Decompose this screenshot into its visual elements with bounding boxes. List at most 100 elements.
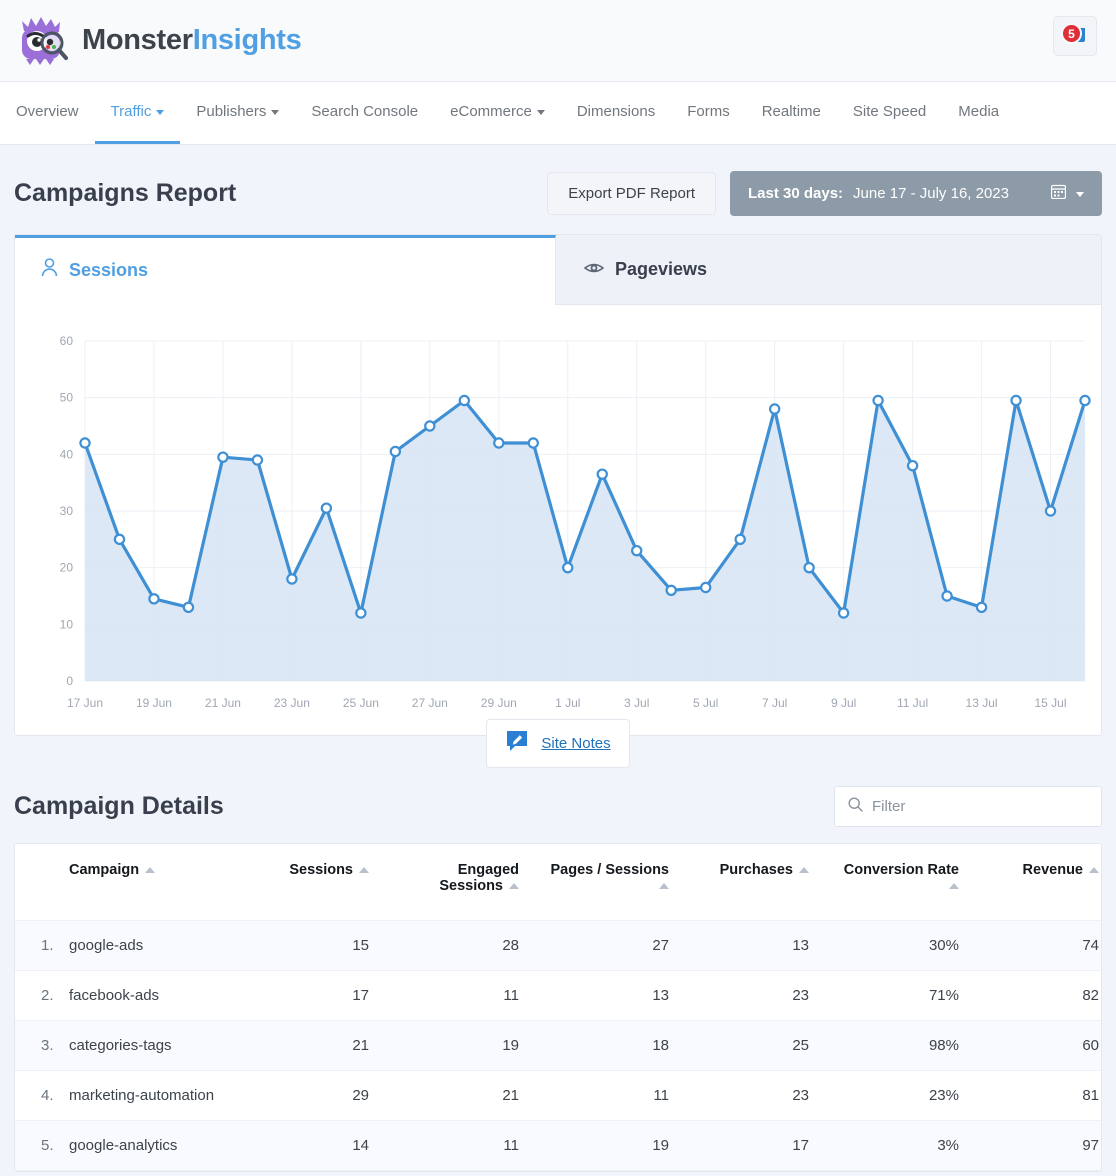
nav-label: Overview bbox=[16, 103, 79, 120]
table-header-purchases[interactable]: Purchases bbox=[695, 844, 835, 921]
table-header-revenue[interactable]: Revenue bbox=[985, 844, 1102, 921]
filter-input[interactable] bbox=[872, 798, 1088, 815]
sort-arrow-icon[interactable] bbox=[799, 867, 809, 873]
svg-text:1 Jul: 1 Jul bbox=[555, 696, 580, 710]
top-bar: MonsterInsights 5 bbox=[0, 0, 1116, 82]
row-sessions: 15 bbox=[259, 921, 395, 971]
table-header-row: Campaign Sessions Engaged Sessions Pages… bbox=[15, 844, 1102, 921]
sort-arrow-icon[interactable] bbox=[659, 883, 669, 889]
table-body: 1.google-ads1528271330%742.facebook-ads1… bbox=[15, 921, 1102, 1171]
sort-arrow-icon[interactable] bbox=[145, 867, 155, 873]
nav-item-realtime[interactable]: Realtime bbox=[746, 82, 837, 144]
export-pdf-button[interactable]: Export PDF Report bbox=[547, 172, 716, 215]
page-header: Campaigns Report Export PDF Report Last … bbox=[0, 145, 1116, 234]
svg-text:23 Jun: 23 Jun bbox=[274, 696, 310, 710]
campaign-details-title: Campaign Details bbox=[14, 792, 834, 821]
svg-text:25 Jun: 25 Jun bbox=[343, 696, 379, 710]
svg-text:3 Jul: 3 Jul bbox=[624, 696, 649, 710]
eye-icon bbox=[584, 259, 604, 280]
svg-text:27 Jun: 27 Jun bbox=[412, 696, 448, 710]
nav-item-search-console[interactable]: Search Console bbox=[295, 82, 434, 144]
tab-sessions[interactable]: Sessions bbox=[15, 235, 556, 305]
svg-text:21 Jun: 21 Jun bbox=[205, 696, 241, 710]
svg-text:20: 20 bbox=[60, 561, 74, 575]
sessions-area-chart: 010203040506017 Jun19 Jun21 Jun23 Jun25 … bbox=[15, 305, 1101, 735]
inbox-button[interactable]: 5 bbox=[1053, 16, 1097, 56]
nav-label: Realtime bbox=[762, 103, 821, 120]
chevron-down-icon bbox=[156, 110, 164, 115]
sort-arrow-icon[interactable] bbox=[1089, 867, 1099, 873]
svg-text:17 Jun: 17 Jun bbox=[67, 696, 103, 710]
brand-name-insights: Insights bbox=[193, 24, 302, 56]
row-conversion-rate: 71% bbox=[835, 971, 985, 1021]
row-pages-per-session: 18 bbox=[545, 1021, 695, 1071]
row-conversion-rate: 30% bbox=[835, 921, 985, 971]
svg-text:13 Jul: 13 Jul bbox=[966, 696, 998, 710]
svg-text:40: 40 bbox=[60, 447, 74, 461]
nav-label: Media bbox=[958, 103, 999, 120]
calendar-icon bbox=[1051, 184, 1066, 203]
row-revenue: 60 bbox=[985, 1021, 1102, 1071]
row-sessions: 21 bbox=[259, 1021, 395, 1071]
chevron-down-icon bbox=[271, 110, 279, 115]
row-index: 1. bbox=[15, 921, 69, 971]
chevron-down-icon bbox=[537, 110, 545, 115]
row-purchases: 17 bbox=[695, 1121, 835, 1171]
nav-item-overview[interactable]: Overview bbox=[14, 82, 95, 144]
main-navigation: Overview Traffic Publishers Search Conso… bbox=[0, 82, 1116, 145]
nav-label: Site Speed bbox=[853, 103, 926, 120]
row-conversion-rate: 23% bbox=[835, 1071, 985, 1121]
search-icon bbox=[848, 797, 863, 817]
tab-pageviews[interactable]: Pageviews bbox=[556, 235, 1101, 305]
table-row[interactable]: 2.facebook-ads1711132371%82 bbox=[15, 971, 1102, 1021]
sort-arrow-icon[interactable] bbox=[359, 867, 369, 873]
page-title: Campaigns Report bbox=[14, 179, 533, 208]
svg-text:50: 50 bbox=[60, 391, 74, 405]
chart-card: Sessions Pageviews 010203040506017 Jun19… bbox=[14, 234, 1102, 736]
table-row[interactable]: 5.google-analytics141119173%97 bbox=[15, 1121, 1102, 1171]
row-engaged-sessions: 21 bbox=[395, 1071, 545, 1121]
nav-label: Forms bbox=[687, 103, 730, 120]
date-range-button[interactable]: Last 30 days: June 17 - July 16, 2023 bbox=[730, 171, 1102, 216]
table-row[interactable]: 3.categories-tags2119182598%60 bbox=[15, 1021, 1102, 1071]
row-index: 5. bbox=[15, 1121, 69, 1171]
campaign-details-header: Campaign Details bbox=[0, 768, 1116, 843]
nav-item-publishers[interactable]: Publishers bbox=[180, 82, 295, 144]
nav-item-traffic[interactable]: Traffic bbox=[95, 82, 181, 144]
row-purchases: 23 bbox=[695, 971, 835, 1021]
row-sessions: 29 bbox=[259, 1071, 395, 1121]
row-campaign: google-analytics bbox=[69, 1121, 259, 1171]
nav-item-site-speed[interactable]: Site Speed bbox=[837, 82, 942, 144]
user-icon bbox=[41, 258, 58, 282]
nav-item-dimensions[interactable]: Dimensions bbox=[561, 82, 671, 144]
row-conversion-rate: 3% bbox=[835, 1121, 985, 1171]
table-header-campaign[interactable]: Campaign bbox=[69, 844, 259, 921]
row-revenue: 97 bbox=[985, 1121, 1102, 1171]
sort-arrow-icon[interactable] bbox=[509, 883, 519, 889]
svg-text:9 Jul: 9 Jul bbox=[831, 696, 856, 710]
nav-item-ecommerce[interactable]: eCommerce bbox=[434, 82, 561, 144]
table-row[interactable]: 1.google-ads1528271330%74 bbox=[15, 921, 1102, 971]
site-notes-label: Site Notes bbox=[541, 735, 610, 752]
svg-text:7 Jul: 7 Jul bbox=[762, 696, 787, 710]
table-header-conversion-rate[interactable]: Conversion Rate bbox=[835, 844, 985, 921]
nav-item-forms[interactable]: Forms bbox=[671, 82, 746, 144]
nav-item-media[interactable]: Media bbox=[942, 82, 1015, 144]
svg-text:5 Jul: 5 Jul bbox=[693, 696, 718, 710]
table-header-sessions[interactable]: Sessions bbox=[259, 844, 395, 921]
svg-text:30: 30 bbox=[60, 504, 74, 518]
table-header-engaged-sessions[interactable]: Engaged Sessions bbox=[395, 844, 545, 921]
chevron-down-icon bbox=[1076, 192, 1084, 197]
row-index: 4. bbox=[15, 1071, 69, 1121]
table-header-pages-per-session[interactable]: Pages / Sessions bbox=[545, 844, 695, 921]
svg-text:10: 10 bbox=[60, 617, 74, 631]
sort-arrow-icon[interactable] bbox=[949, 883, 959, 889]
table-row[interactable]: 4.marketing-automation2921112323%81 bbox=[15, 1071, 1102, 1121]
row-engaged-sessions: 11 bbox=[395, 971, 545, 1021]
row-purchases: 25 bbox=[695, 1021, 835, 1071]
chart-svg: 010203040506017 Jun19 Jun21 Jun23 Jun25 … bbox=[39, 327, 1103, 727]
filter-box[interactable] bbox=[834, 786, 1102, 827]
table-header-index bbox=[15, 844, 69, 921]
svg-text:29 Jun: 29 Jun bbox=[481, 696, 517, 710]
row-campaign: facebook-ads bbox=[69, 971, 259, 1021]
